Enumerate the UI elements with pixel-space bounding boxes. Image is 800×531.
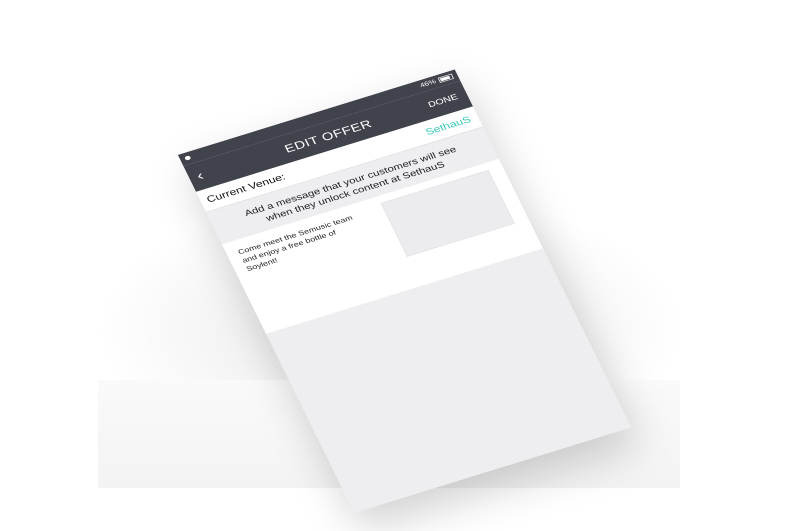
battery-icon [437, 73, 455, 83]
scene: 46% ‹ EDIT OFFER DONE Current Venue: Set… [0, 0, 800, 531]
offer-image-placeholder[interactable] [380, 169, 515, 257]
signal-icon [184, 155, 192, 161]
